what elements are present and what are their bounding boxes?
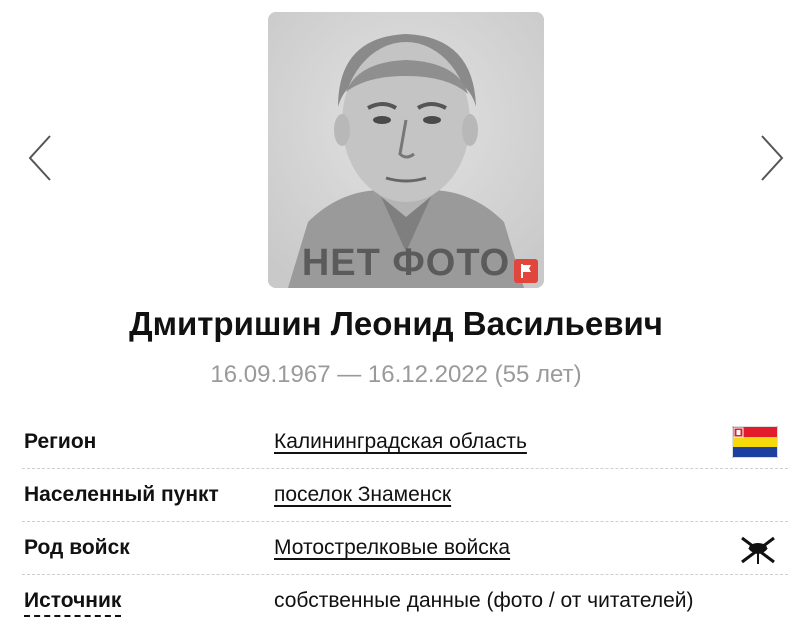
detail-row-region: Регион Калининградская область [22, 416, 788, 469]
motor-rifle-emblem-icon [738, 532, 778, 573]
next-button[interactable] [752, 132, 792, 184]
person-name: Дмитришин Леонид Васильевич [129, 305, 663, 342]
settlement-link[interactable]: поселок Знаменск [274, 483, 451, 507]
flag-icon [521, 264, 531, 278]
chevron-left-icon [28, 135, 51, 181]
detail-row-settlement: Населенный пункт поселок Знаменск [22, 469, 788, 522]
region-flag-icon [731, 425, 779, 463]
detail-row-branch: Род войск Мотострелковые войска [22, 522, 788, 575]
settlement-label: Населенный пункт [24, 483, 219, 506]
region-link[interactable]: Калининградская область [274, 430, 527, 454]
branch-link[interactable]: Мотострелковые войска [274, 536, 510, 560]
chevron-right-icon [761, 135, 784, 181]
no-photo-label: НЕТ ФОТО [301, 242, 511, 284]
source-label[interactable]: Источник [24, 589, 122, 617]
previous-button[interactable] [22, 132, 62, 184]
source-value: собственные данные (фото / от читателей) [274, 589, 694, 612]
region-label: Регион [24, 430, 97, 453]
life-dates: 16.09.1967 — 16.12.2022 (55 лет) [210, 361, 582, 388]
report-flag-button[interactable] [514, 259, 538, 283]
portrait-placeholder: НЕТ ФОТО [268, 12, 544, 288]
detail-row-source: Источник собственные данные (фото / от ч… [22, 575, 788, 627]
branch-label: Род войск [24, 536, 130, 559]
